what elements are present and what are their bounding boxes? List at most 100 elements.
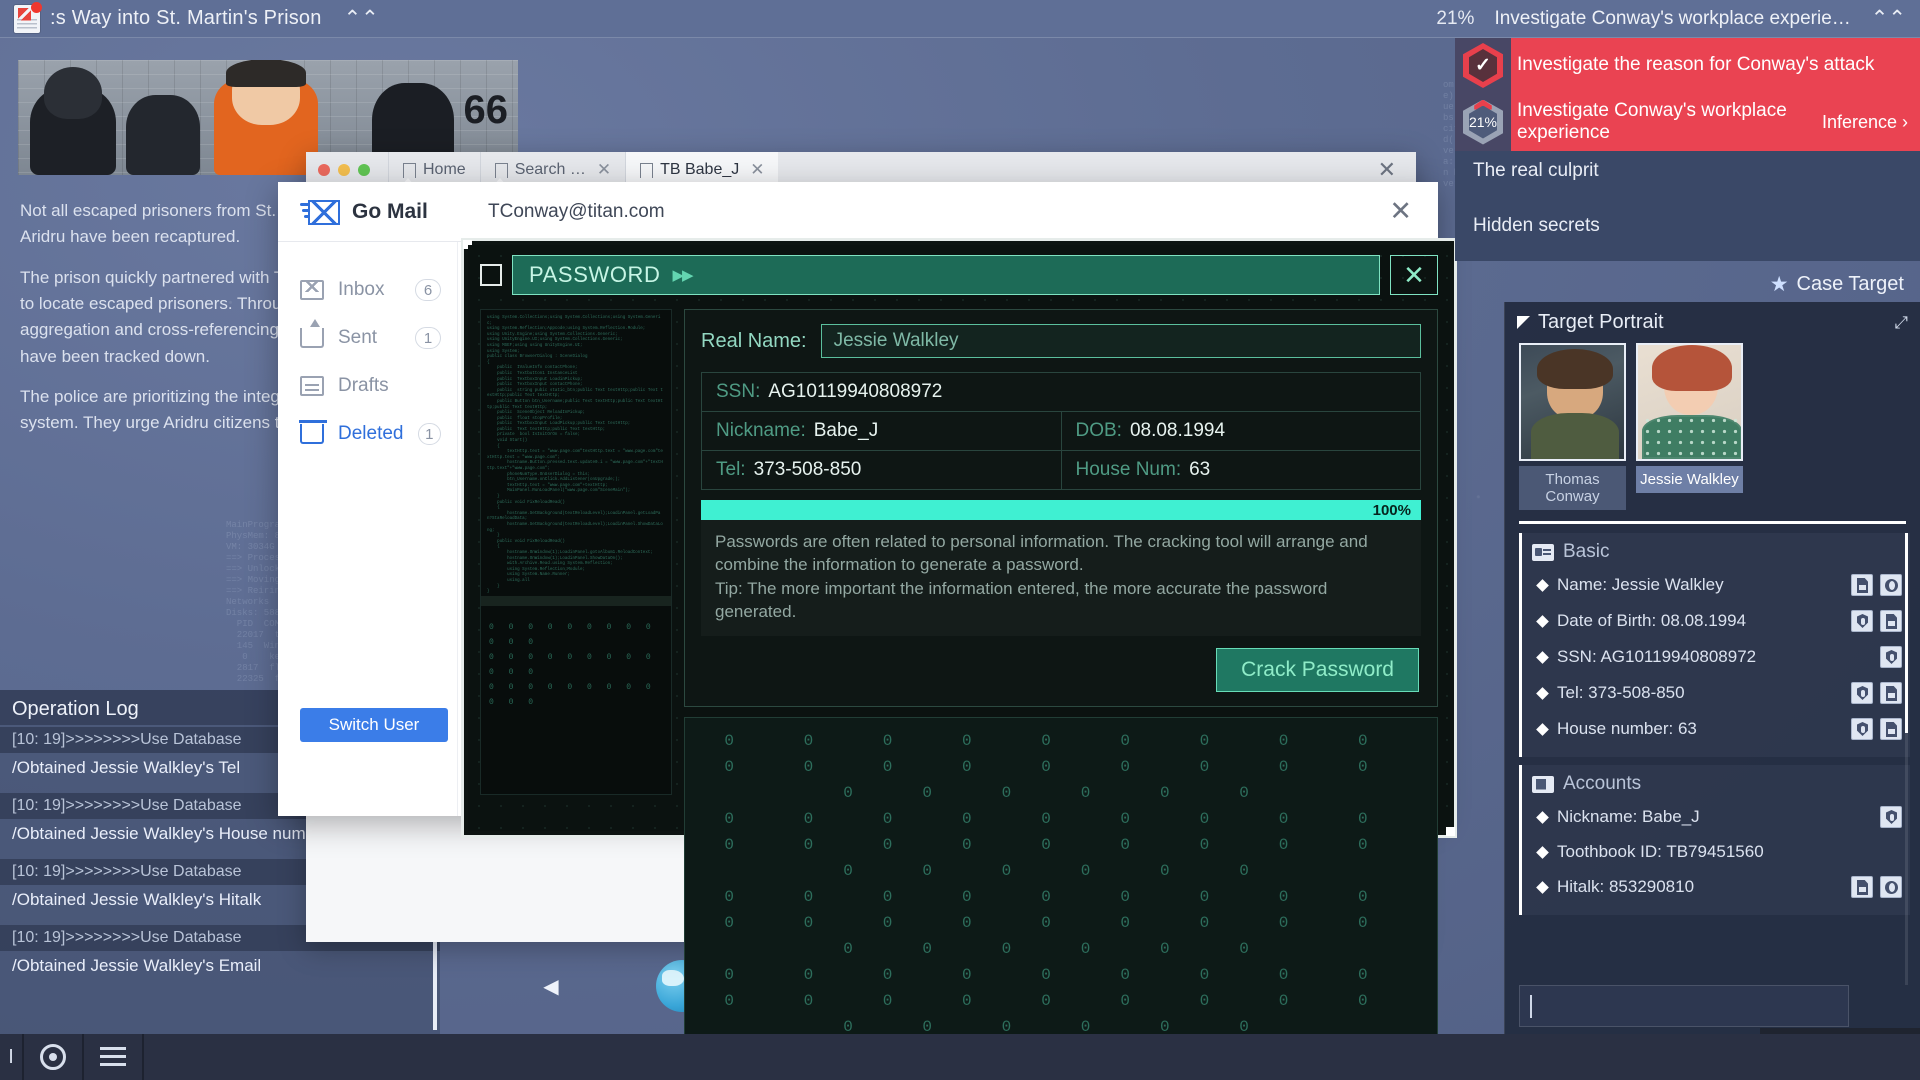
info-key: House Num: [1075, 459, 1182, 480]
shield-icon[interactable] [1851, 718, 1873, 740]
objective-text: The real culprit [1473, 160, 1599, 182]
top-bar: :s Way into St. Martin's Prison ⌃⌃ 21% I… [0, 0, 1920, 38]
current-objective-label: Investigate Conway's workplace experie… [1494, 7, 1851, 29]
go-mail-account-label: TConway@titan.com [488, 200, 665, 222]
crack-password-button[interactable]: Crack Password [1216, 647, 1419, 692]
doc-icon[interactable] [1851, 876, 1873, 898]
doc-icon[interactable] [1851, 574, 1873, 596]
target-details-scroll: Basic Name: Jessie Walkley Date of Birth… [1519, 533, 1910, 985]
portrait-card-jessie-walkley[interactable]: Jessie Walkley [1636, 343, 1743, 510]
info-cell-house-num[interactable]: House Num: 63 [1060, 451, 1421, 489]
info-value: AG10119940808972 [768, 381, 943, 402]
details-scrollbar-thumb[interactable] [1905, 533, 1908, 733]
info-cell-ssn[interactable]: SSN: AG10119940808972 [702, 373, 1420, 411]
objective-row-hidden-secrets[interactable]: Hidden secrets [1455, 206, 1920, 262]
crack-progress-label: 100% [1372, 501, 1411, 519]
chevron-up-icon[interactable]: ⌃⌃ [1871, 6, 1906, 31]
mail-folder-deleted[interactable]: Deleted 1 [278, 410, 457, 458]
go-mail-folder-list: Inbox 6 Sent 1 Drafts Deleted 1 Switch U… [278, 242, 458, 816]
detail-row-hitalk[interactable]: Hitalk: 853290810 [1532, 869, 1902, 905]
inference-button[interactable]: Inference › [1822, 93, 1920, 151]
detail-text: House number: 63 [1557, 719, 1697, 738]
mail-folder-drafts[interactable]: Drafts [278, 362, 457, 410]
password-output-zeros: 0 0 0 0 0 0 0 0 0 0 0 0 0 0 0 0 0 0 0 0 … [684, 716, 1438, 1053]
info-cell-tel[interactable]: Tel: 373-508-850 [702, 451, 1061, 489]
real-name-input[interactable]: Jessie Walkley [820, 324, 1421, 358]
password-tip-box: Passwords are often related to personal … [701, 520, 1421, 636]
bullet-diamond-icon [1536, 880, 1549, 894]
detail-text: SSN: AG10119940808972 [1557, 647, 1757, 666]
info-key: Nickname: [716, 420, 806, 441]
shield-icon[interactable] [1851, 682, 1873, 704]
objective-row-active[interactable]: 21% Investigate Conway's workplace exper… [1455, 93, 1920, 152]
objective-text: Hidden secrets [1473, 215, 1600, 237]
portrait-card-thomas-conway[interactable]: Thomas Conway [1519, 343, 1626, 510]
info-key: Tel: [716, 459, 746, 480]
tip-line-1: Passwords are often related to personal … [715, 532, 1368, 575]
maximize-window-dot[interactable] [358, 164, 370, 176]
close-tab-icon[interactable]: ✕ [597, 160, 611, 180]
detail-row-ssn[interactable]: SSN: AG10119940808972 [1532, 639, 1902, 675]
objective-progress-icon: 21% [1463, 99, 1503, 145]
shield-icon[interactable] [1880, 646, 1902, 668]
close-window-dot[interactable] [318, 164, 330, 176]
detail-row-tel[interactable]: Tel: 373-508-850 [1532, 675, 1902, 711]
go-mail-close-button[interactable]: ✕ [1389, 196, 1438, 227]
minimize-window-dot[interactable] [338, 164, 350, 176]
info-cell-nickname[interactable]: Nickname: Babe_J [702, 412, 1061, 450]
chat-icon[interactable] [1880, 876, 1902, 898]
password-cracker-close-button[interactable]: ✕ [1390, 255, 1438, 295]
objective-row-completed[interactable]: ✓ Investigate the reason for Conway's at… [1455, 38, 1920, 93]
objective-progress-value: 21% [1468, 114, 1498, 131]
detail-row-nickname[interactable]: Nickname: Babe_J [1532, 799, 1902, 835]
mail-folder-sent[interactable]: Sent 1 [278, 314, 457, 362]
detail-text: Tel: 373-508-850 [1557, 683, 1685, 702]
expand-icon[interactable]: ⤢ [1894, 313, 1908, 333]
doc-icon[interactable] [1880, 610, 1902, 632]
avatar [1519, 343, 1626, 461]
target-search-input[interactable] [1519, 985, 1849, 1027]
section-accounts: Accounts Nickname: Babe_J Toothbook ID: … [1519, 765, 1910, 915]
close-tab-icon[interactable]: ✕ [750, 160, 764, 180]
detail-row-name[interactable]: Name: Jessie Walkley [1532, 567, 1902, 603]
detail-text: Hitalk: 853290810 [1557, 877, 1695, 896]
browser-close-button[interactable]: ✕ [1358, 157, 1416, 183]
detail-row-house-number[interactable]: House number: 63 [1532, 711, 1902, 747]
mail-folder-count: 6 [415, 279, 441, 301]
detail-text: Toothbook ID: TB79451560 [1557, 842, 1764, 861]
portrait-name: Thomas Conway [1519, 466, 1626, 510]
crack-progress-bar: 100% [701, 500, 1421, 520]
mail-folder-label: Sent [338, 327, 378, 348]
code-zero-row: 0 0 0 0 0 0 0 0 0 0 0 0 [489, 623, 656, 647]
go-mail-logo-icon [300, 198, 340, 226]
detail-row-dob[interactable]: Date of Birth: 08.08.1994 [1532, 603, 1902, 639]
mail-folder-label: Deleted [338, 423, 404, 444]
info-cell-dob[interactable]: DOB: 08.08.1994 [1060, 412, 1421, 450]
bookmark-icon [494, 162, 508, 185]
id-card-icon [1532, 543, 1554, 561]
doc-icon[interactable] [1880, 682, 1902, 704]
settings-button[interactable] [24, 1034, 82, 1080]
output-zero-row: 0 0 0 0 0 0 0 0 0 0 0 0 0 0 0 0 0 0 0 0 … [724, 965, 1398, 1036]
window-traffic-lights[interactable] [318, 164, 370, 176]
mail-folder-count: 1 [417, 423, 441, 445]
switch-user-button[interactable]: Switch User [300, 708, 448, 742]
dock-prev-arrow[interactable]: ◀ [538, 974, 564, 999]
doc-icon[interactable] [1880, 718, 1902, 740]
info-value: 63 [1189, 459, 1211, 480]
objective-row-real-culprit[interactable]: The real culprit [1455, 151, 1920, 207]
shield-icon[interactable] [1851, 610, 1873, 632]
portrait-name: Jessie Walkley [1636, 466, 1743, 493]
target-portrait-panel: Target Portrait ⤢ Thomas Conway Jessie W… [1504, 302, 1920, 1036]
mail-folder-inbox[interactable]: Inbox 6 [278, 266, 457, 314]
detail-row-toothbook-id[interactable]: Toothbook ID: TB79451560 [1532, 835, 1902, 869]
chevron-up-icon[interactable]: ⌃⌃ [344, 8, 379, 29]
section-title: Basic [1563, 541, 1610, 562]
news-icon[interactable] [14, 1, 42, 33]
password-title-label: PASSWORD [529, 262, 661, 287]
case-target-button[interactable]: ★ Case Target [1455, 262, 1920, 306]
task-list-button[interactable] [84, 1034, 142, 1080]
globe-icon[interactable] [1880, 574, 1902, 596]
output-zero-row: 0 0 0 0 0 0 0 0 0 0 0 0 0 0 0 0 0 0 0 0 … [724, 809, 1398, 880]
shield-icon[interactable] [1880, 806, 1902, 828]
